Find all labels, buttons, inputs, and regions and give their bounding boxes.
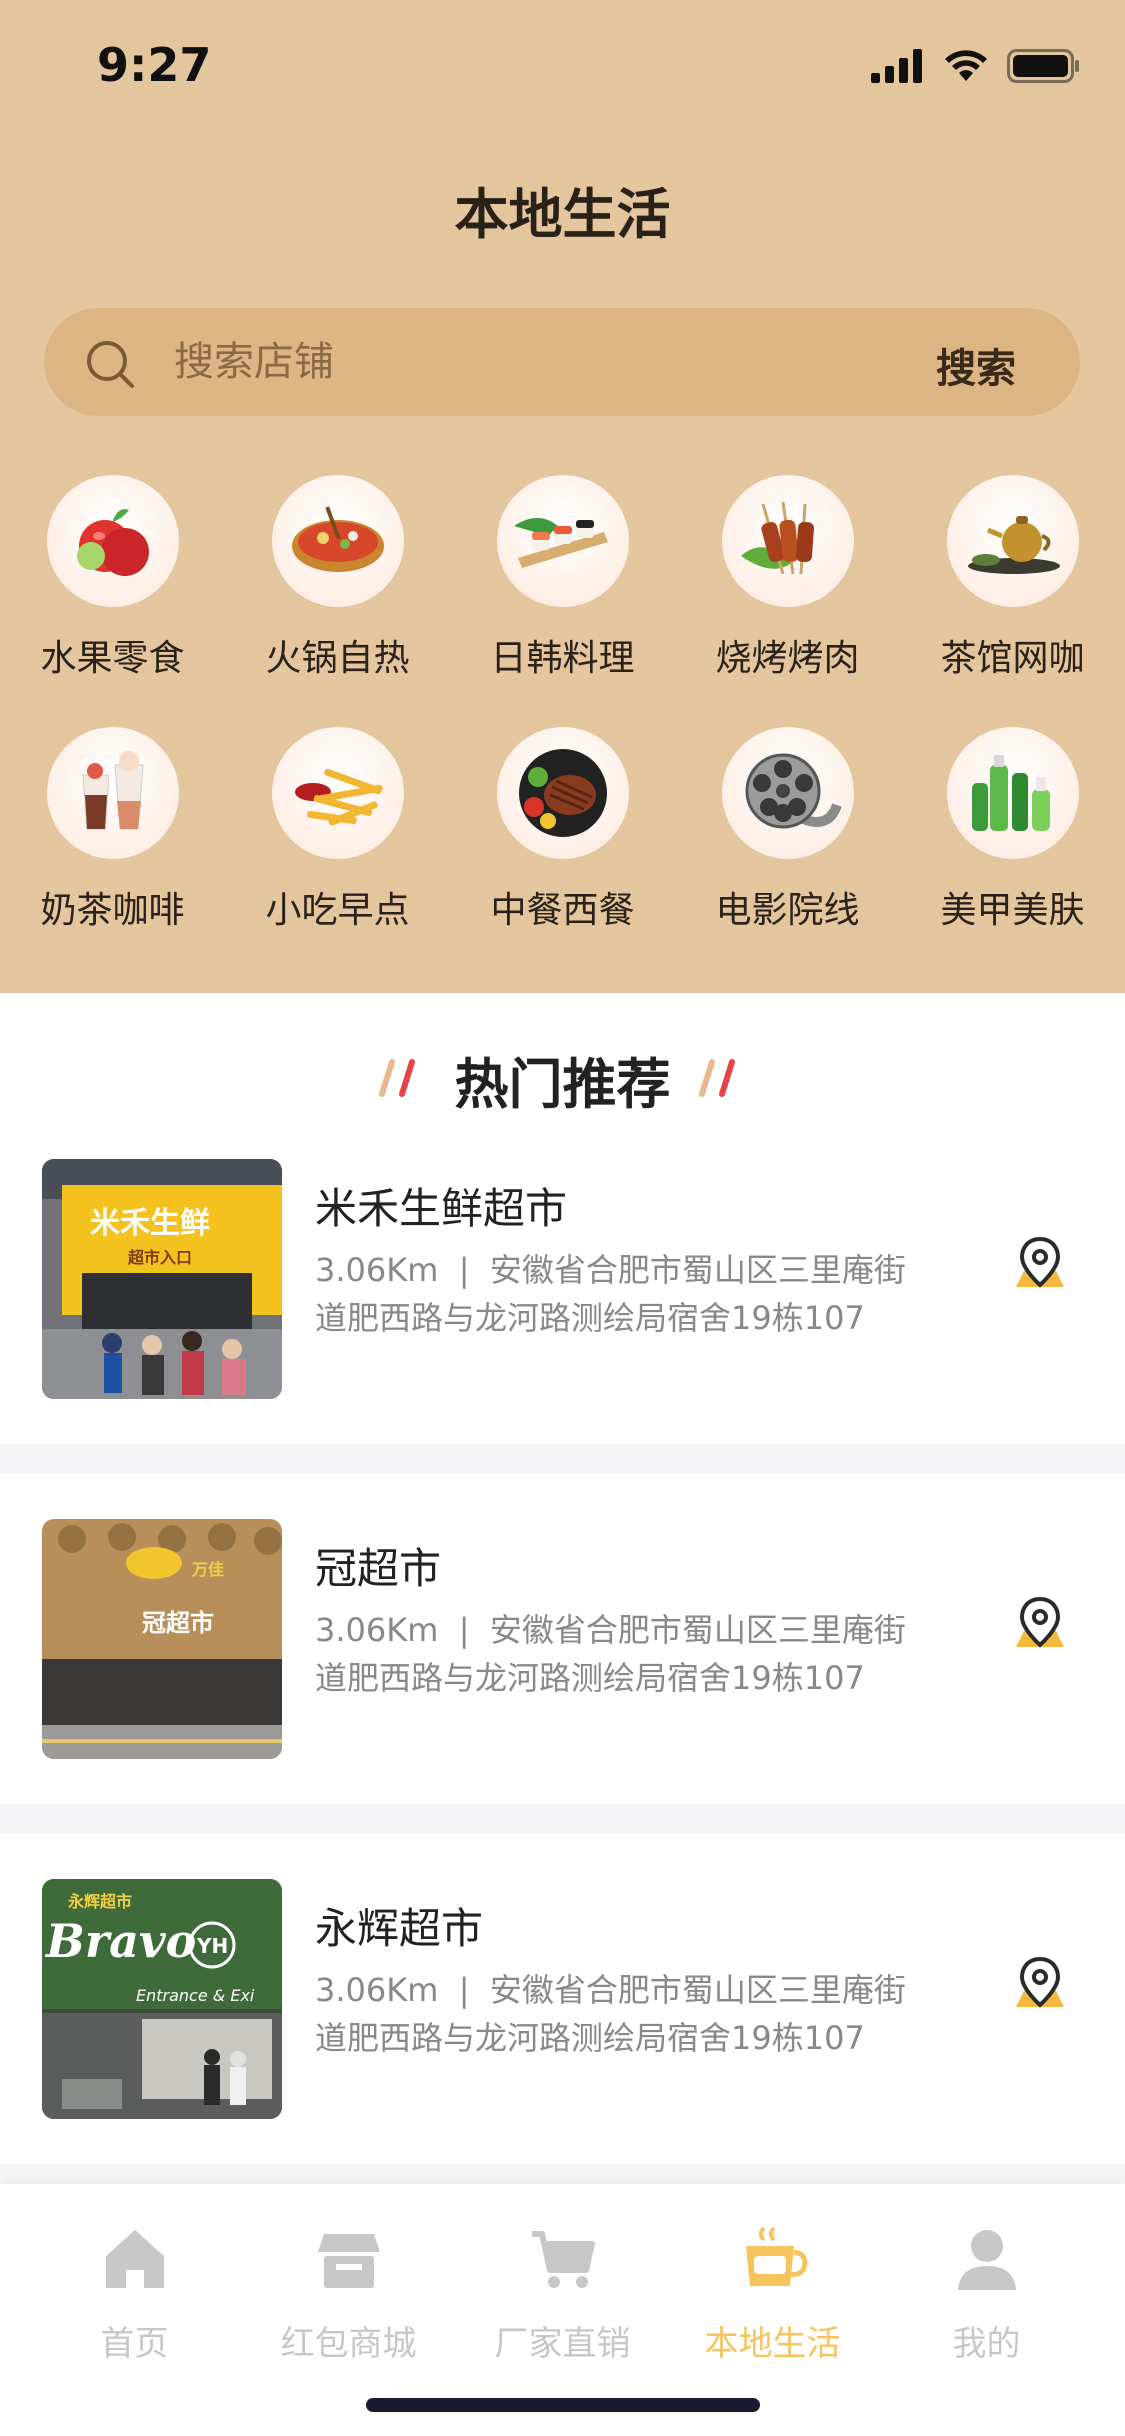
store-sign-text: 米禾生鲜: [90, 1206, 210, 1241]
section-title: 热门推荐: [454, 1053, 671, 1116]
store-card[interactable]: 永辉超市 Bravo YH Entrance & Exi 永辉超市 3.06Km…: [0, 1855, 1125, 2185]
divider: [0, 1444, 1125, 1474]
search-button[interactable]: 搜索: [936, 336, 1016, 394]
store-address: 安徽省合肥市蜀山区三里庵街: [489, 1971, 906, 2009]
store-card[interactable]: 万佳 冠超市 冠超市 3.06Km | 安徽省合肥市蜀山区三里庵街 道肥西路与龙…: [0, 1495, 1125, 1825]
store-distance: 3.06Km: [315, 1251, 439, 1289]
film-reel-icon: [721, 727, 854, 859]
tab-mine[interactable]: 我的: [874, 2224, 1099, 2365]
status-time: 9:27: [97, 38, 212, 92]
home-indicator: [366, 2398, 760, 2412]
search-bar[interactable]: 搜索: [44, 308, 1080, 416]
fruit-icon: [46, 475, 179, 607]
bbq-icon: [721, 475, 854, 607]
cosmetics-icon: [946, 727, 1079, 859]
divider: [0, 2164, 1125, 2184]
category-label: 电影院线: [715, 890, 860, 931]
home-icon: [105, 2230, 164, 2288]
store-image: 永辉超市 Bravo YH Entrance & Exi: [42, 1879, 282, 2119]
cart-icon: [531, 2231, 595, 2288]
category-fruit-snacks[interactable]: 水果零食: [0, 475, 225, 681]
location-pin-icon[interactable]: [1010, 1235, 1070, 1295]
signal-icon: [871, 49, 922, 83]
store-name: 米禾生鲜超市: [315, 1184, 568, 1233]
category-label: 茶馆网咖: [940, 638, 1085, 679]
title-decoration-right: [699, 1059, 735, 1097]
store-sign-badge: YH: [196, 1934, 228, 1958]
tab-label: 厂家直销: [494, 2324, 631, 2364]
category-label: 美甲美肤: [940, 890, 1085, 931]
status-icons: [871, 44, 1081, 88]
fries-icon: [271, 727, 404, 859]
store-sign-entrance: Entrance & Exi: [136, 1986, 255, 2005]
tab-factory-direct[interactable]: 厂家直销: [450, 2224, 675, 2365]
tab-label: 红包商城: [280, 2324, 417, 2364]
hotpot-icon: [271, 475, 404, 607]
svg-text:万佳: 万佳: [191, 1560, 224, 1579]
category-label: 水果零食: [40, 638, 185, 679]
category-label: 小吃早点: [265, 890, 410, 931]
store-address-line2: 道肥西路与龙河路测绘局宿舍19栋107: [315, 2019, 865, 2057]
store-icon: [317, 2234, 380, 2288]
category-chinese-western[interactable]: 中餐西餐: [450, 727, 675, 933]
coffee-cup-icon: [745, 2226, 807, 2286]
store-sign-toptext: 永辉超市: [67, 1892, 132, 1911]
store-distance-address: 3.06Km | 安徽省合肥市蜀山区三里庵街: [315, 1251, 906, 1289]
tab-label: 首页: [100, 2324, 169, 2364]
store-distance: 3.06Km: [315, 1971, 439, 2009]
search-icon: [87, 341, 134, 388]
store-card[interactable]: 米禾生鲜 超市入口 米禾生鲜超市 3.06Km | 安徽省合肥市蜀山区三里庵街 …: [0, 1135, 1125, 1465]
store-sign-text: Bravo: [44, 1914, 196, 1968]
location-pin-icon[interactable]: [1010, 1955, 1070, 2015]
store-address: 安徽省合肥市蜀山区三里庵街: [489, 1251, 906, 1289]
tea-icon: [946, 475, 1079, 607]
tab-red-packet-mall[interactable]: 红包商城: [236, 2224, 461, 2365]
milktea-icon: [46, 727, 179, 859]
category-label: 日韩料理: [490, 638, 635, 679]
store-sign-text: 冠超市: [142, 1609, 214, 1637]
category-cinema[interactable]: 电影院线: [675, 727, 900, 933]
user-icon: [957, 2230, 1016, 2290]
sushi-icon: [496, 475, 629, 607]
store-name: 冠超市: [315, 1544, 442, 1593]
steak-icon: [496, 727, 629, 859]
category-bbq[interactable]: 烧烤烤肉: [675, 475, 900, 681]
location-pin-icon[interactable]: [1010, 1595, 1070, 1655]
store-distance: 3.06Km: [315, 1611, 439, 1649]
tab-label: 我的: [952, 2324, 1021, 2364]
category-milktea-coffee[interactable]: 奶茶咖啡: [0, 727, 225, 933]
search-input[interactable]: [174, 328, 874, 396]
category-nails-skincare[interactable]: 美甲美肤: [900, 727, 1125, 933]
page-title: 本地生活: [454, 183, 671, 246]
store-image: 万佳 冠超市: [42, 1519, 282, 1759]
store-image: 米禾生鲜 超市入口: [42, 1159, 282, 1399]
category-hotpot[interactable]: 火锅自热: [225, 475, 450, 681]
store-distance-address: 3.06Km | 安徽省合肥市蜀山区三里庵街: [315, 1611, 906, 1649]
store-address-line2: 道肥西路与龙河路测绘局宿舍19栋107: [315, 1299, 865, 1337]
store-sign-subtext: 超市入口: [127, 1248, 192, 1267]
category-jp-kr-cuisine[interactable]: 日韩料理: [450, 475, 675, 681]
store-name: 永辉超市: [315, 1904, 484, 1953]
store-address-line2: 道肥西路与龙河路测绘局宿舍19栋107: [315, 1659, 865, 1697]
store-distance-address: 3.06Km | 安徽省合肥市蜀山区三里庵街: [315, 1971, 906, 2009]
tab-local-life[interactable]: 本地生活: [660, 2224, 885, 2365]
category-label: 奶茶咖啡: [40, 890, 185, 931]
category-label: 中餐西餐: [490, 890, 635, 931]
wifi-icon: [945, 50, 987, 81]
category-teahouse-netcafe[interactable]: 茶馆网咖: [900, 475, 1125, 681]
tab-home[interactable]: 首页: [22, 2224, 247, 2365]
tab-label: 本地生活: [704, 2324, 841, 2364]
category-snacks-breakfast[interactable]: 小吃早点: [225, 727, 450, 933]
battery-icon: [1007, 49, 1079, 83]
category-label: 烧烤烤肉: [715, 638, 860, 679]
divider: [0, 1804, 1125, 1834]
store-address: 安徽省合肥市蜀山区三里庵街: [489, 1611, 906, 1649]
category-label: 火锅自热: [265, 638, 410, 679]
